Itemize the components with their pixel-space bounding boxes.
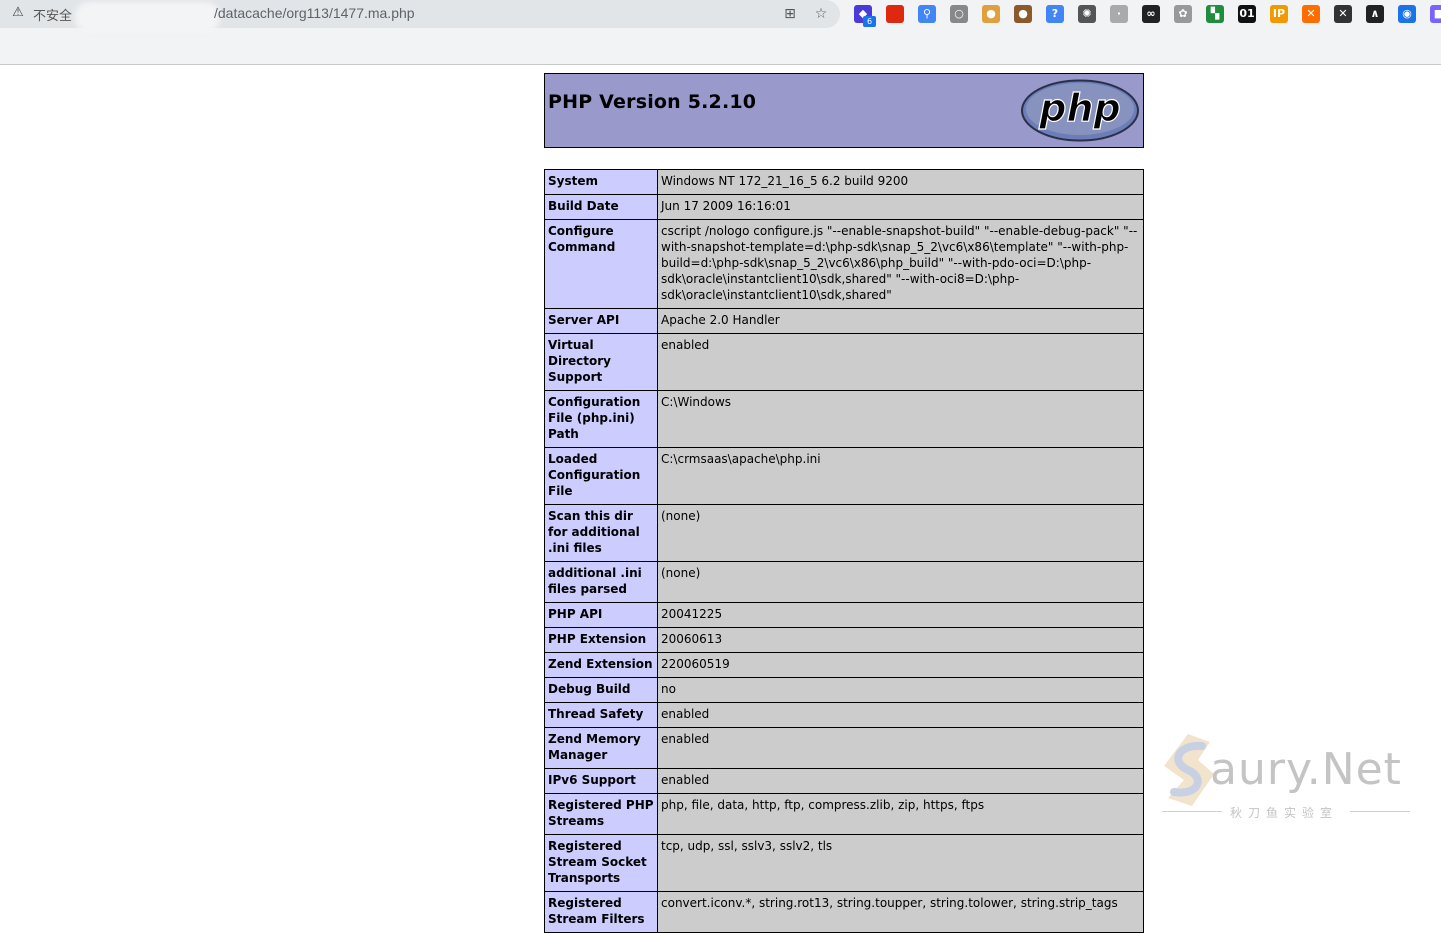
- row-label: Configuration File (php.ini) Path: [544, 390, 658, 448]
- row-value: tcp, udp, ssl, sslv3, sslv2, tls: [657, 834, 1144, 892]
- row-value: Apache 2.0 Handler: [657, 308, 1144, 334]
- row-value: enabled: [657, 727, 1144, 769]
- url-text[interactable]: /datacache/org113/1477.ma.php: [214, 5, 415, 21]
- insecure-label[interactable]: 不安全: [33, 5, 72, 24]
- row-label: Loaded Configuration File: [544, 447, 658, 505]
- ext-help-icon[interactable]: ?: [1046, 5, 1064, 23]
- ext-gear-icon[interactable]: ✺: [1078, 5, 1096, 23]
- table-row: Debug Build no: [544, 677, 1144, 703]
- page-title: PHP Version 5.2.10: [548, 91, 757, 113]
- watermark-subtitle: 秋刀鱼实验室: [1230, 806, 1339, 820]
- table-row: Virtual Directory Support enabled: [544, 333, 1144, 391]
- row-value: (none): [657, 561, 1144, 603]
- ext-circle-icon[interactable]: ○: [950, 5, 968, 23]
- ext-flag-icon[interactable]: [886, 5, 904, 23]
- table-row: Zend Extension 220060519: [544, 652, 1144, 678]
- ext-flower-icon[interactable]: ✿: [1174, 5, 1192, 23]
- browser-toolbar: ⚠ 不安全 /datacache/org113/1477.ma.php ⊞ ☆ …: [0, 0, 1441, 65]
- table-row: Registered Stream Filters convert.iconv.*…: [544, 891, 1144, 933]
- table-row: Configuration File (php.ini) Path C:\Wind…: [544, 390, 1144, 448]
- table-row: Build Date Jun 17 2009 16:16:01: [544, 194, 1144, 220]
- address-bar[interactable]: ⚠ 不安全 /datacache/org113/1477.ma.php ⊞ ☆: [0, 0, 840, 32]
- row-value: enabled: [657, 702, 1144, 728]
- table-row: Registered Stream Socket Transports tcp, …: [544, 834, 1144, 892]
- row-value: convert.iconv.*, string.rot13, string.to…: [657, 891, 1144, 933]
- ext-pin-icon[interactable]: ⚲: [918, 5, 936, 23]
- phpinfo-header: PHP Version 5.2.10 php: [544, 73, 1144, 148]
- row-value: 20041225: [657, 602, 1144, 628]
- ext-small-icon[interactable]: ·: [1110, 5, 1128, 23]
- row-label: Virtual Directory Support: [544, 333, 658, 391]
- watermark-line-left: [1162, 811, 1222, 812]
- row-label: Build Date: [544, 194, 658, 220]
- row-label: Zend Memory Manager: [544, 727, 658, 769]
- phpinfo-table: System Windows NT 172_21_16_5 6.2 build 9…: [544, 169, 1144, 933]
- row-label: Registered Stream Socket Transports: [544, 834, 658, 892]
- row-value: cscript /nologo configure.js "--enable-s…: [657, 219, 1144, 309]
- ext-globe-icon[interactable]: ◉: [1398, 5, 1416, 23]
- row-label: PHP Extension: [544, 627, 658, 653]
- ext-glasses-icon[interactable]: ∞: [1142, 5, 1160, 23]
- table-row: PHP Extension 20060613: [544, 627, 1144, 653]
- table-row: Loaded Configuration File C:\crmsaas\apac…: [544, 447, 1144, 505]
- extension-badge: 6: [863, 16, 876, 27]
- table-row: PHP API 20041225: [544, 602, 1144, 628]
- table-row: Registered PHP Streams php, file, data, h…: [544, 793, 1144, 835]
- watermark-brand: aury.Net: [1210, 744, 1402, 795]
- row-label: additional .ini files parsed: [544, 561, 658, 603]
- php-logo-text: php: [1038, 86, 1120, 130]
- ext-x-icon[interactable]: ✕: [1334, 5, 1352, 23]
- translate-icon[interactable]: ⊞: [781, 5, 799, 23]
- table-row: System Windows NT 172_21_16_5 6.2 build 9…: [544, 169, 1144, 195]
- watermark: aury.Net 秋刀鱼实验室: [1158, 732, 1418, 828]
- php-logo: php: [1021, 79, 1139, 142]
- row-label: Configure Command: [544, 219, 658, 309]
- ext-cat-icon[interactable]: ∧: [1366, 5, 1384, 23]
- row-label: System: [544, 169, 658, 195]
- row-label: Registered Stream Filters: [544, 891, 658, 933]
- row-label: Server API: [544, 308, 658, 334]
- row-label: Zend Extension: [544, 652, 658, 678]
- table-row: Zend Memory Manager enabled: [544, 727, 1144, 769]
- row-label: PHP API: [544, 602, 658, 628]
- ext-orange-icon[interactable]: ✕: [1302, 5, 1320, 23]
- table-row: IPv6 Support enabled: [544, 768, 1144, 794]
- ext-green-icon[interactable]: ▚: [1206, 5, 1224, 23]
- row-value: Windows NT 172_21_16_5 6.2 build 9200: [657, 169, 1144, 195]
- row-value: Jun 17 2009 16:16:01: [657, 194, 1144, 220]
- ext-01-icon[interactable]: 01: [1238, 5, 1256, 23]
- ext-cookie-icon[interactable]: ●: [982, 5, 1000, 23]
- table-row: additional .ini files parsed (none): [544, 561, 1144, 603]
- row-value: php, file, data, http, ftp, compress.zli…: [657, 793, 1144, 835]
- ext-cookie-2-icon[interactable]: ●: [1014, 5, 1032, 23]
- row-label: Scan this dir for additional .ini files: [544, 504, 658, 562]
- ext-ip-icon[interactable]: IP: [1270, 5, 1288, 23]
- row-value: C:\crmsaas\apache\php.ini: [657, 447, 1144, 505]
- table-row: Server API Apache 2.0 Handler: [544, 308, 1144, 334]
- row-label: Thread Safety: [544, 702, 658, 728]
- row-value: enabled: [657, 333, 1144, 391]
- row-value: enabled: [657, 768, 1144, 794]
- warning-icon[interactable]: ⚠: [11, 6, 25, 20]
- row-value: 20060613: [657, 627, 1144, 653]
- row-value: C:\Windows: [657, 390, 1144, 448]
- row-value: (none): [657, 504, 1144, 562]
- row-label: Debug Build: [544, 677, 658, 703]
- table-row: Thread Safety enabled: [544, 702, 1144, 728]
- row-label: IPv6 Support: [544, 768, 658, 794]
- watermark-line-right: [1350, 811, 1410, 812]
- table-row: Scan this dir for additional .ini files(…: [544, 504, 1144, 562]
- ext-purple-icon[interactable]: ■: [1430, 5, 1441, 23]
- row-label: Registered PHP Streams: [544, 793, 658, 835]
- redacted-host: [75, 2, 220, 32]
- bookmark-star-icon[interactable]: ☆: [812, 5, 830, 23]
- row-value: 220060519: [657, 652, 1144, 678]
- row-value: no: [657, 677, 1144, 703]
- table-row: Configure Command cscript /nologo configu…: [544, 219, 1144, 309]
